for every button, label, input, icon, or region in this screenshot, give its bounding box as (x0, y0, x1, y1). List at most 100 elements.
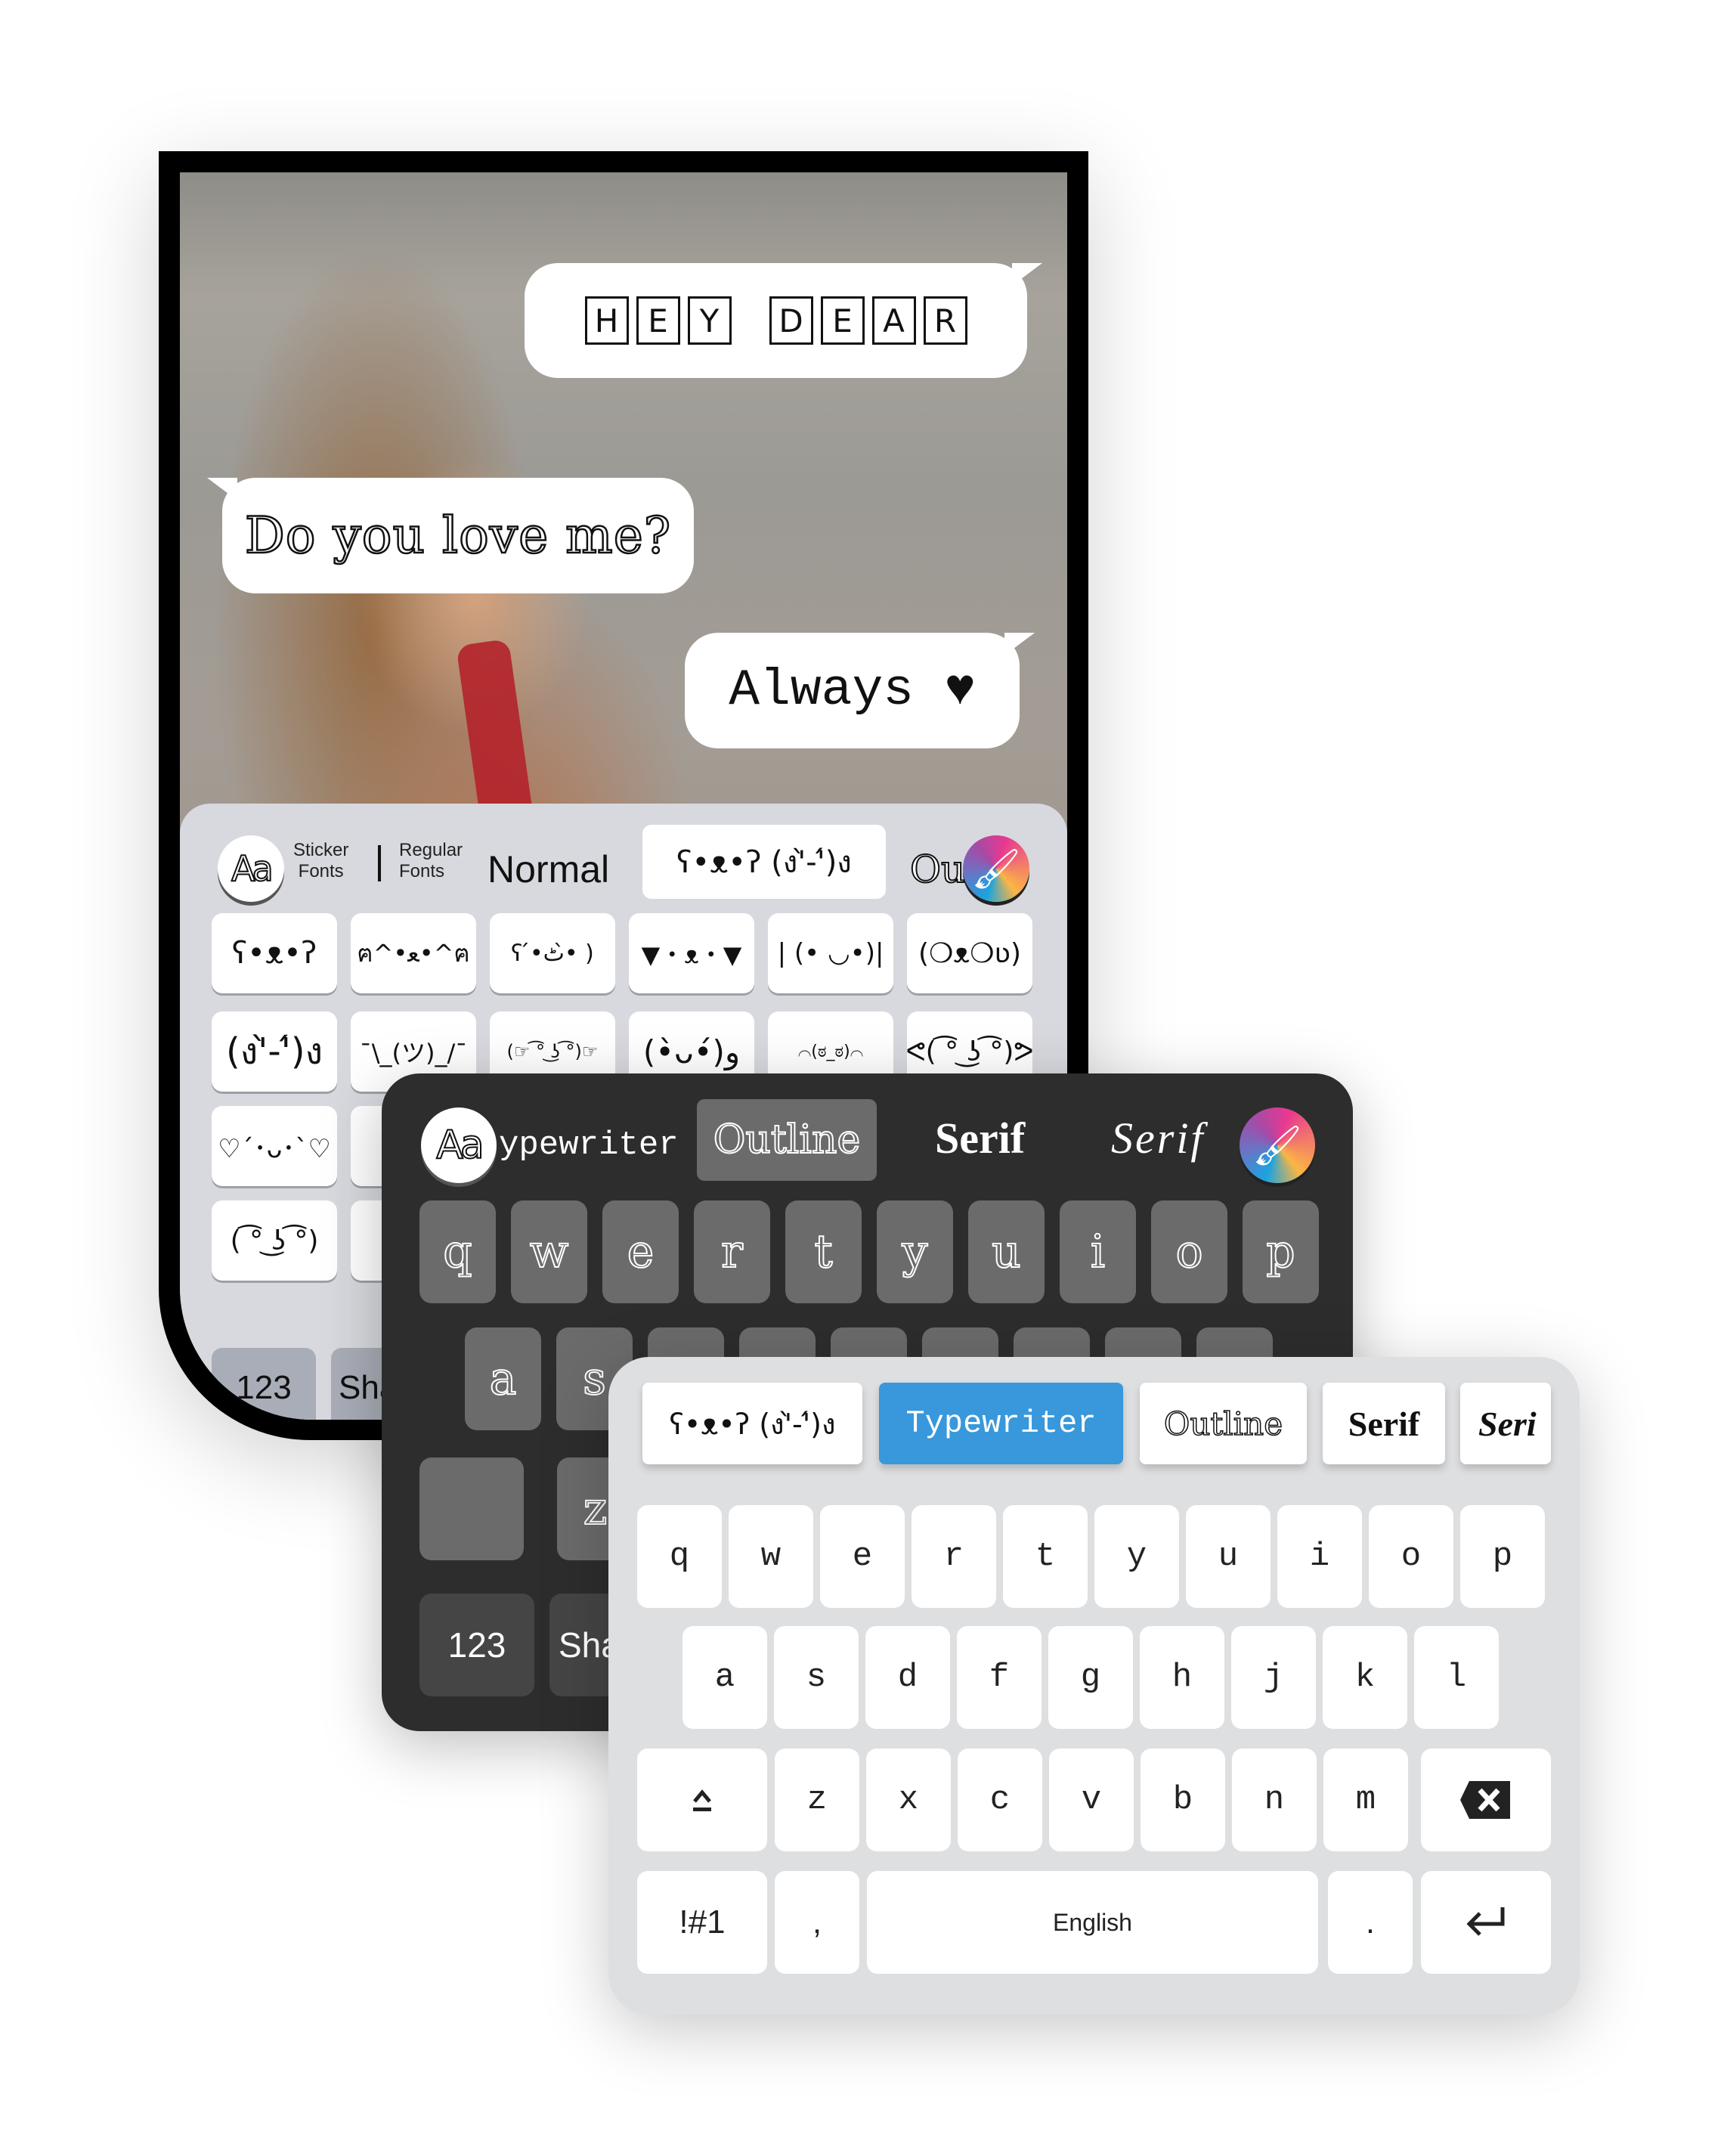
boxed-letter: E (636, 296, 680, 345)
font-icon: Aa (231, 847, 274, 890)
message-text: Always ♥ (729, 661, 976, 720)
key-l[interactable]: l (1414, 1626, 1499, 1729)
key-y[interactable]: y (877, 1200, 953, 1303)
numbers-key[interactable]: 123 (419, 1594, 534, 1696)
kaomoji-key[interactable]: (❍ᴥ❍ʋ) (907, 913, 1032, 993)
style-serif[interactable]: Serif (935, 1113, 1025, 1163)
theme-button[interactable]: 🖌 (963, 835, 1029, 902)
key-e[interactable]: e (602, 1200, 679, 1303)
style-typewriter[interactable]: ypewriter (499, 1126, 679, 1164)
key-o[interactable]: o (1369, 1505, 1453, 1608)
key-s[interactable]: s (774, 1626, 859, 1729)
chat-bubble-hey-dear: HEYDEAR (525, 263, 1042, 378)
backspace-key[interactable] (1421, 1749, 1551, 1851)
shift-icon (693, 1789, 711, 1811)
font-style-tab[interactable]: Serif (1323, 1383, 1445, 1464)
key-v[interactable]: v (1049, 1749, 1134, 1851)
boxed-letter: E (820, 296, 865, 345)
key-w[interactable]: w (729, 1505, 813, 1608)
key-k[interactable]: k (1323, 1626, 1407, 1729)
key-i[interactable]: i (1277, 1505, 1362, 1608)
space-key[interactable]: English (867, 1871, 1318, 1974)
key-t[interactable]: t (785, 1200, 862, 1303)
kaomoji-key[interactable]: ( ͡° ͜ʖ ͡°) (212, 1200, 337, 1281)
key-u[interactable]: u (968, 1200, 1045, 1303)
style-outline-partial[interactable]: Ou (909, 847, 966, 892)
boxed-letter: R (923, 296, 967, 345)
style-normal[interactable]: Normal (487, 847, 609, 891)
light-typewriter-keyboard: ʕ•ᴥ•ʔ (ง'̀-'́)ง Typewriter Outline Serif Ser… (608, 1357, 1580, 2015)
key-a[interactable]: a (682, 1626, 767, 1729)
key-w[interactable]: w (511, 1200, 587, 1303)
chat-bubble-question: Do you love me? (207, 478, 694, 593)
shift-key[interactable] (637, 1749, 767, 1851)
key-q[interactable]: q (637, 1505, 722, 1608)
numbers-key[interactable]: 123 (212, 1348, 316, 1420)
message-text: Do you love me? (244, 506, 672, 566)
enter-icon (1466, 1907, 1505, 1936)
regular-fonts-tab[interactable]: Regular Fonts (399, 840, 463, 882)
boxed-letter: Y (687, 296, 732, 345)
key-g[interactable]: g (1048, 1626, 1133, 1729)
backspace-icon (1460, 1781, 1510, 1819)
shift-key[interactable] (419, 1457, 524, 1560)
kaomoji-key[interactable]: ▼・ᴥ・▼ (629, 913, 754, 993)
kaomoji-key[interactable]: ♡´･ᴗ･`♡ (212, 1106, 337, 1186)
key-d[interactable]: d (865, 1626, 950, 1729)
key-x[interactable]: x (866, 1749, 951, 1851)
enter-key[interactable] (1421, 1871, 1551, 1974)
font-style-tab[interactable]: Seri (1460, 1383, 1551, 1464)
key-y[interactable]: y (1094, 1505, 1179, 1608)
key-f[interactable]: f (957, 1626, 1042, 1729)
boxed-letter: A (871, 296, 916, 345)
key-r[interactable]: r (912, 1505, 996, 1608)
style-serif-italic[interactable]: Serif (1111, 1113, 1206, 1163)
kaomoji-key[interactable]: ʕ ́•ٹ•̀ ) (490, 913, 615, 993)
key-o[interactable]: o (1151, 1200, 1227, 1303)
tab-label-line: Fonts (298, 861, 344, 881)
paint-brush-icon: 🖌 (970, 847, 1021, 891)
font-style-tab[interactable]: Outline (1140, 1383, 1307, 1464)
key-p[interactable]: p (1243, 1200, 1319, 1303)
tab-selected[interactable]: Typewriter (879, 1383, 1123, 1464)
key-t[interactable]: t (1003, 1505, 1088, 1608)
kaomoji-key[interactable]: (ง'̀-'́)ง (212, 1011, 337, 1092)
kaomoji-key[interactable]: | (• ◡•)| (768, 913, 893, 993)
tab-label-line: Sticker (293, 840, 349, 860)
style-outline-selected[interactable]: Outline (697, 1099, 877, 1181)
font-toggle-button[interactable]: Aa (421, 1107, 497, 1183)
key-j[interactable]: j (1231, 1626, 1316, 1729)
font-icon: Aa (435, 1122, 484, 1169)
key-i[interactable]: i (1060, 1200, 1136, 1303)
kaomoji-key[interactable]: ʕ•ᴥ•ʔ (212, 913, 337, 993)
key-m[interactable]: m (1323, 1749, 1408, 1851)
tab-label-line: Regular (399, 840, 463, 860)
font-style-tab[interactable]: ʕ•ᴥ•ʔ (ง'̀-'́)ง (642, 1383, 862, 1464)
period-key[interactable]: . (1328, 1871, 1413, 1974)
paint-brush-icon: 🖌 (1252, 1123, 1302, 1168)
key-h[interactable]: h (1140, 1626, 1224, 1729)
key-n[interactable]: n (1232, 1749, 1317, 1851)
font-toggle-button[interactable]: Aa (218, 835, 284, 902)
boxed-letter: D (769, 296, 813, 345)
style-kaomoji-selected[interactable]: ʕ•ᴥ•ʔ (ง'̀-'́)ง (642, 825, 886, 899)
tab-label-line: Fonts (399, 861, 445, 881)
key-p[interactable]: p (1460, 1505, 1545, 1608)
symbols-key[interactable]: !#1 (637, 1871, 767, 1974)
theme-button[interactable]: 🖌 (1240, 1107, 1315, 1183)
kaomoji-key[interactable]: ฅ^•ﻌ•^ฅ (351, 913, 476, 993)
key-u[interactable]: u (1186, 1505, 1271, 1608)
key-b[interactable]: b (1141, 1749, 1225, 1851)
tab-divider (378, 845, 381, 881)
key-z[interactable]: z (775, 1749, 859, 1851)
key-e[interactable]: e (820, 1505, 905, 1608)
key-r[interactable]: r (694, 1200, 770, 1303)
key-c[interactable]: c (958, 1749, 1042, 1851)
comma-key[interactable]: , (775, 1871, 859, 1974)
key-a[interactable]: a (465, 1327, 541, 1430)
boxed-letter: H (584, 296, 629, 345)
boxed-letters: HEYDEAR (584, 296, 967, 345)
chat-bubble-always: Always ♥ (685, 633, 1035, 748)
key-q[interactable]: q (419, 1200, 496, 1303)
sticker-fonts-tab[interactable]: Sticker Fonts (293, 840, 348, 882)
